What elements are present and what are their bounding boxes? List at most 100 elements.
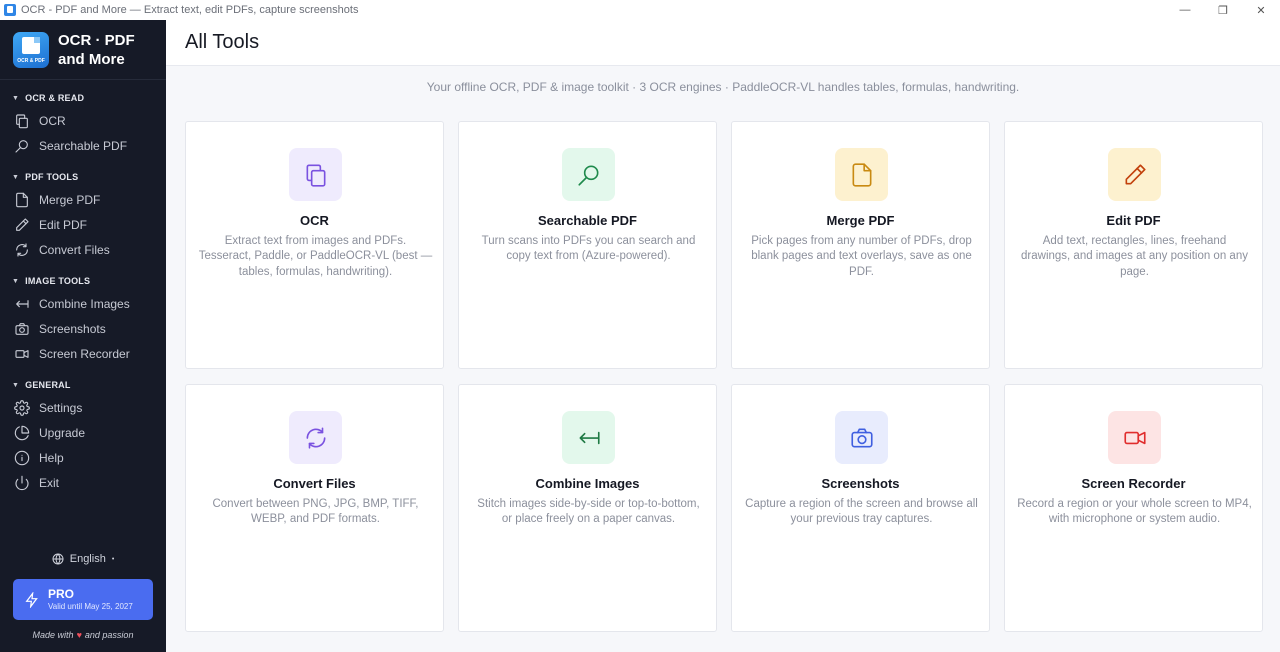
pro-badge[interactable]: PRO Valid until May 25, 2027 <box>13 579 153 620</box>
sidebar-item-label: Combine Images <box>39 296 130 311</box>
sidebar-item-help[interactable]: Help <box>0 445 166 470</box>
sidebar-item-settings[interactable]: Settings <box>0 395 166 420</box>
pencil-icon <box>16 217 29 231</box>
sidebar-item-label: Settings <box>39 400 83 415</box>
pro-validity: Valid until May 25, 2027 <box>48 602 133 611</box>
info-icon <box>14 450 30 465</box>
power-icon <box>15 475 29 490</box>
tool-card-searchable-pdf[interactable]: Searchable PDF Turn scans into PDFs you c… <box>458 121 717 369</box>
language-dot: • <box>111 555 115 563</box>
sidebar-item-edit-pdf[interactable]: Edit PDF <box>0 212 166 237</box>
tool-icon-box <box>835 148 888 201</box>
sidebar-item-label: Screenshots <box>39 321 106 336</box>
nav-section-ocr-read: ▼ OCR & READ OCR Searchable PDF <box>0 88 166 158</box>
sidebar-item-label: Convert Files <box>39 242 110 257</box>
close-button[interactable]: ✕ <box>1242 0 1280 20</box>
tool-title: Screenshots <box>821 476 900 491</box>
sidebar-item-label: Searchable PDF <box>39 138 128 153</box>
sidebar-item-searchable-pdf[interactable]: Searchable PDF <box>0 133 166 158</box>
app-icon <box>4 4 16 16</box>
sidebar-item-merge-pdf[interactable]: Merge PDF <box>0 187 166 212</box>
caret-down-icon: ▼ <box>12 381 20 389</box>
refresh-icon <box>16 242 28 257</box>
heart-icon: ♥ <box>76 630 82 640</box>
sidebar-item-convert-files[interactable]: Convert Files <box>0 237 166 262</box>
tool-title: Edit PDF <box>1106 213 1161 228</box>
tool-card-merge-pdf[interactable]: Merge PDF Pick pages from any number of P… <box>731 121 990 369</box>
tool-card-convert-files[interactable]: Convert Files Convert between PNG, JPG, B… <box>185 384 444 632</box>
language-label: English <box>69 553 106 565</box>
restore-button[interactable]: ❐ <box>1204 0 1242 20</box>
section-header-general[interactable]: ▼ GENERAL <box>0 375 166 395</box>
nav-section-pdf-tools: ▼ PDF TOOLS Merge PDF Edit PDF Convert Files <box>0 167 166 262</box>
camera-icon <box>850 428 873 447</box>
tool-icon-box <box>289 411 342 464</box>
sidebar-item-upgrade[interactable]: Upgrade <box>0 420 166 445</box>
section-header-ocr-read[interactable]: ▼ OCR & READ <box>0 88 166 108</box>
tool-title: Screen Recorder <box>1081 476 1186 491</box>
sidebar-item-screenshots[interactable]: Screenshots <box>0 316 166 341</box>
tool-card-ocr[interactable]: OCR Extract text from images and PDFs. Te… <box>185 121 444 369</box>
search-icon <box>15 139 28 153</box>
window-controls: — ❐ ✕ <box>1166 0 1280 20</box>
pencil-icon <box>1125 163 1146 184</box>
sidebar: OCR & PDF OCR · PDF and More ▼ OCR & READ… <box>0 20 166 652</box>
tool-icon-box <box>562 148 615 201</box>
video-icon <box>1123 431 1146 444</box>
tool-icon-box <box>1108 411 1161 464</box>
caret-down-icon: ▼ <box>12 173 20 181</box>
sidebar-item-exit[interactable]: Exit <box>0 470 166 495</box>
tool-card-combine-images[interactable]: Combine Images Stitch images side-by-side… <box>458 384 717 632</box>
tool-description: Convert between PNG, JPG, BMP, TIFF, WEB… <box>212 498 419 526</box>
nav-section-image-tools: ▼ IMAGE TOOLS Combine Images Screenshots Scr… <box>0 271 166 366</box>
tool-icon-box <box>835 411 888 464</box>
tool-description: Record a region or your whole screen to … <box>1017 498 1252 526</box>
sidebar-nav: ▼ OCR & READ OCR Searchable PDF ▼ PDF TOOLS Me… <box>0 80 166 495</box>
brand[interactable]: OCR & PDF OCR · PDF and More <box>0 20 166 80</box>
tool-description: Stitch images side-by-side or top-to-bot… <box>477 498 700 526</box>
sidebar-item-ocr[interactable]: OCR <box>0 108 166 133</box>
window-title: OCR - PDF and More — Extract text, edit … <box>21 4 359 16</box>
copy-icon <box>306 163 325 187</box>
sidebar-item-label: Upgrade <box>39 425 86 440</box>
main-content: All Tools Your offline OCR, PDF & image … <box>166 20 1280 652</box>
video-icon <box>15 349 29 358</box>
arrow-left-bar-icon <box>16 299 29 308</box>
header: All Tools <box>166 20 1280 66</box>
tool-description: Pick pages from any number of PDFs, drop… <box>751 235 972 278</box>
sidebar-item-combine-images[interactable]: Combine Images <box>0 291 166 316</box>
arrow-left-bar-icon <box>579 431 600 444</box>
refresh-icon <box>306 426 325 449</box>
tool-title: Merge PDF <box>826 213 895 228</box>
page-subtitle: Your offline OCR, PDF & image toolkit · … <box>426 80 1020 94</box>
search-icon <box>577 165 598 186</box>
tool-card-edit-pdf[interactable]: Edit PDF Add text, rectangles, lines, fre… <box>1004 121 1263 369</box>
tool-title: OCR <box>300 213 329 228</box>
tool-description: Add text, rectangles, lines, freehand dr… <box>1021 235 1248 278</box>
brand-name: OCR · PDF and More <box>58 31 135 68</box>
tool-title: Combine Images <box>535 476 640 491</box>
tool-card-screenshots[interactable]: Screenshots Capture a region of the scree… <box>731 384 990 632</box>
page-title: All Tools <box>185 31 260 53</box>
camera-icon <box>15 322 29 335</box>
section-header-image-tools[interactable]: ▼ IMAGE TOOLS <box>0 271 166 291</box>
tool-icon-box <box>562 411 615 464</box>
pro-title: PRO <box>48 587 75 601</box>
file-icon <box>16 192 28 207</box>
file-icon <box>852 162 871 187</box>
tool-description: Extract text from images and PDFs. Tesse… <box>198 235 433 278</box>
sidebar-item-screen-recorder[interactable]: Screen Recorder <box>0 341 166 366</box>
sidebar-item-label: Help <box>39 450 64 465</box>
sidebar-item-label: Exit <box>39 475 60 490</box>
section-header-pdf-tools[interactable]: ▼ PDF TOOLS <box>0 167 166 187</box>
brand-logo-icon: OCR & PDF <box>13 31 49 68</box>
tool-description: Turn scans into PDFs you can search and … <box>481 235 696 263</box>
lightning-icon <box>25 591 38 608</box>
tool-title: Searchable PDF <box>538 213 637 228</box>
language-selector[interactable]: English • <box>0 550 166 568</box>
minimize-button[interactable]: — <box>1166 0 1204 20</box>
pie-icon <box>14 425 30 440</box>
caret-down-icon: ▼ <box>12 94 20 102</box>
copy-icon <box>16 113 28 128</box>
tool-card-screen-recorder[interactable]: Screen Recorder Record a region or your w… <box>1004 384 1263 632</box>
